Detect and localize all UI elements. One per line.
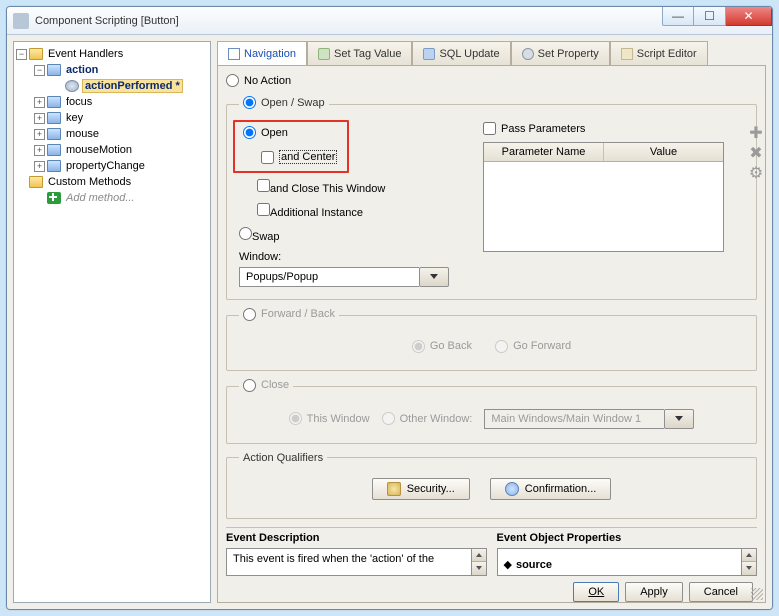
radio-no-action[interactable]: No Action xyxy=(226,74,291,87)
minimize-button[interactable]: — xyxy=(662,6,694,26)
titlebar[interactable]: Component Scripting [Button] — ☐ ✕ xyxy=(7,7,772,35)
radio-close[interactable]: Close xyxy=(243,379,289,392)
tree-mouse[interactable]: mouse xyxy=(64,128,101,140)
radio-forward-back[interactable]: Forward / Back xyxy=(243,308,335,321)
col-parameter-name[interactable]: Parameter Name xyxy=(484,143,604,161)
tab-sql-update[interactable]: SQL Update xyxy=(412,41,510,65)
close-button[interactable]: ✕ xyxy=(726,6,772,26)
dropdown-button[interactable] xyxy=(419,267,449,287)
window-select[interactable]: Popups/Popup xyxy=(239,267,449,287)
tree-action[interactable]: action xyxy=(64,64,100,76)
event-tree[interactable]: −Event Handlers −action actionPerformed … xyxy=(13,41,211,603)
gear-icon xyxy=(522,48,534,60)
group-forward-back: Forward / Back Go Back Go Forward xyxy=(226,308,757,371)
event-object-properties-list[interactable]: ◆ source xyxy=(497,548,742,576)
event-description-text[interactable]: This event is fired when the 'action' of… xyxy=(226,548,471,576)
tab-navigation[interactable]: Navigation xyxy=(217,41,307,65)
group-action-qualifiers: Action Qualifiers Security... Confirmati… xyxy=(226,452,757,519)
radio-open[interactable]: Open xyxy=(243,126,288,139)
col-value[interactable]: Value xyxy=(604,143,723,161)
other-window-select: Main Windows/Main Window 1 xyxy=(484,409,694,429)
window-label: Window: xyxy=(239,251,469,263)
radio-swap[interactable]: Swap xyxy=(239,227,469,243)
tree-mousemotion[interactable]: mouseMotion xyxy=(64,144,134,156)
tab-script-editor[interactable]: Script Editor xyxy=(610,41,708,65)
tree-event-handlers[interactable]: Event Handlers xyxy=(46,48,125,60)
check-and-close[interactable]: and Close This Window xyxy=(257,179,469,195)
tree-add-method[interactable]: Add method... xyxy=(64,192,137,204)
lock-icon xyxy=(387,482,401,496)
script-icon xyxy=(621,48,633,60)
confirmation-icon xyxy=(505,482,519,496)
tab-content: No Action Open / Swap Open and Center an… xyxy=(217,66,766,603)
check-and-center[interactable]: and Center xyxy=(261,150,337,164)
confirmation-button[interactable]: Confirmation... xyxy=(490,478,612,500)
event-description-label: Event Description xyxy=(226,532,487,544)
tab-set-tag[interactable]: Set Tag Value xyxy=(307,41,412,65)
radio-this-window: This Window xyxy=(289,412,370,425)
chevron-down-icon xyxy=(430,274,438,279)
event-object-properties-label: Event Object Properties xyxy=(497,532,758,544)
window-title: Component Scripting [Button] xyxy=(35,15,179,27)
tree-propertychange[interactable]: propertyChange xyxy=(64,160,147,172)
radio-go-back: Go Back xyxy=(412,340,472,353)
tab-set-property[interactable]: Set Property xyxy=(511,41,610,65)
tree-key[interactable]: key xyxy=(64,112,85,124)
plus-icon xyxy=(47,192,61,204)
remove-param-icon[interactable]: ✖ xyxy=(748,146,764,162)
navigation-icon xyxy=(228,48,240,60)
event-description-scroll[interactable] xyxy=(471,548,487,576)
cancel-button[interactable]: Cancel xyxy=(689,582,753,602)
radio-other-window: Other Window: xyxy=(382,412,473,425)
action-qualifiers-label: Action Qualifiers xyxy=(243,452,323,464)
event-object-scroll[interactable] xyxy=(741,548,757,576)
add-param-icon[interactable]: ✚ xyxy=(748,126,764,142)
apply-button[interactable]: Apply xyxy=(625,582,683,602)
tree-actionperformed[interactable]: actionPerformed * xyxy=(82,79,183,93)
group-close: Close This Window Other Window: Main Win… xyxy=(226,379,757,444)
database-icon xyxy=(423,48,435,60)
check-pass-parameters[interactable]: Pass Parameters xyxy=(483,122,585,135)
lightning-icon xyxy=(65,80,79,92)
tree-focus[interactable]: focus xyxy=(64,96,94,108)
tree-custom-methods[interactable]: Custom Methods xyxy=(46,176,133,188)
app-icon xyxy=(13,13,29,29)
tab-bar: Navigation Set Tag Value SQL Update Set … xyxy=(217,41,766,66)
link-param-icon[interactable]: ⚙ xyxy=(748,166,764,182)
security-button[interactable]: Security... xyxy=(372,478,470,500)
dialog-window: Component Scripting [Button] — ☐ ✕ −Even… xyxy=(6,6,773,610)
ok-button[interactable]: OK xyxy=(573,582,619,602)
tag-icon xyxy=(318,48,330,60)
maximize-button[interactable]: ☐ xyxy=(694,6,726,26)
chevron-down-icon xyxy=(675,416,683,421)
parameter-table[interactable]: Parameter Name Value xyxy=(483,142,724,252)
check-additional-instance[interactable]: Additional Instance xyxy=(257,203,469,219)
radio-go-forward: Go Forward xyxy=(495,340,571,353)
resize-grip[interactable] xyxy=(751,588,763,600)
radio-open-swap[interactable]: Open / Swap xyxy=(243,96,325,109)
group-open-swap: Open / Swap Open and Center and Close Th… xyxy=(226,96,757,300)
